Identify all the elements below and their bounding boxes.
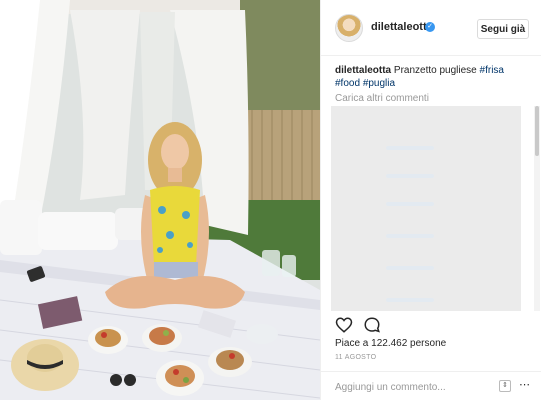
speech-bubble-icon[interactable] (363, 316, 381, 334)
avatar[interactable] (335, 14, 363, 42)
verified-badge-icon: ✓ (425, 22, 435, 32)
post-header: dilettaleotta ✓ Segui già (321, 0, 541, 56)
comments-scrollbar[interactable] (534, 106, 540, 311)
hashtag-link[interactable]: #frisa (480, 65, 504, 76)
post-details-panel: dilettaleotta ✓ Segui già dilettaleotta … (320, 0, 541, 400)
scrollbar-thumb[interactable] (535, 106, 539, 156)
username-link[interactable]: dilettaleotta (371, 21, 433, 33)
likes-count[interactable]: Piace a 122.462 persone (335, 338, 446, 349)
ellipsis-icon[interactable]: ⋯ (519, 378, 530, 391)
load-more-comments-link[interactable]: Carica altri commenti (335, 93, 429, 104)
caption: dilettaleotta Pranzetto pugliese #frisa … (335, 64, 531, 90)
post-date[interactable]: 11 AGOSTO (335, 354, 376, 361)
comment-input[interactable] (335, 379, 495, 395)
heart-outline-icon[interactable] (335, 316, 353, 334)
hashtag-link[interactable]: #food (335, 78, 360, 89)
photo-scene (0, 0, 320, 400)
caption-author-link[interactable]: dilettaleotta (335, 65, 391, 76)
comment-bar: ⇕ ⋯ (321, 371, 541, 400)
hashtag-link[interactable]: #puglia (363, 78, 395, 89)
following-button[interactable]: Segui già (477, 19, 529, 39)
up-down-arrows-icon[interactable]: ⇕ (499, 380, 511, 392)
post-actions (335, 316, 381, 334)
post-photo[interactable] (0, 0, 320, 400)
caption-text: Pranzetto pugliese (393, 65, 477, 76)
comments-area (331, 106, 521, 311)
